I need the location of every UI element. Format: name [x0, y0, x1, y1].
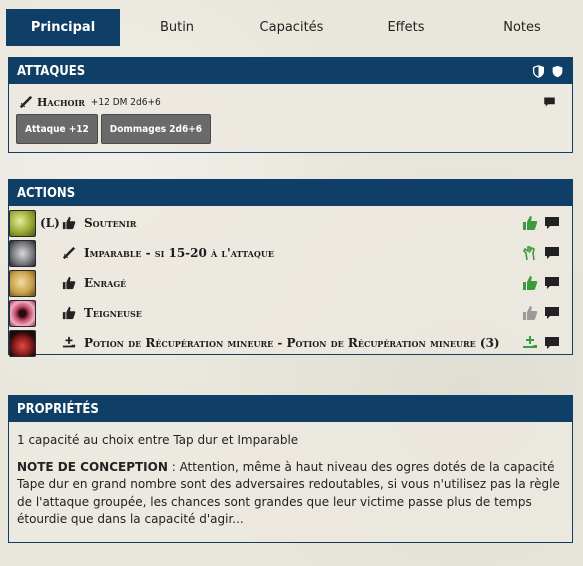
- tab-butin[interactable]: Butin: [120, 9, 234, 46]
- chat-icon[interactable]: [544, 215, 560, 231]
- action-row-teigneuse[interactable]: Teigneuse: [9, 298, 572, 328]
- action-row-potion[interactable]: Potion de Récupération mineure - Potion …: [9, 328, 572, 358]
- thumbs-up-icon[interactable]: [522, 215, 538, 231]
- tab-principal[interactable]: Principal: [6, 9, 120, 46]
- chat-icon[interactable]: [544, 275, 560, 291]
- tab-effets[interactable]: Effets: [349, 9, 463, 46]
- sword-icon: [62, 246, 76, 260]
- attaque-roll-button[interactable]: Attaque +12: [16, 114, 98, 144]
- attaques-panel: ATTAQUES Hachoir +12 DM 2d6+6 Attaque +1…: [8, 57, 573, 153]
- attack-stats: +12 DM 2d6+6: [90, 96, 161, 108]
- chat-icon[interactable]: [544, 305, 560, 321]
- action-portrait: [9, 209, 36, 237]
- action-portrait: [9, 329, 36, 357]
- thumbs-up-icon[interactable]: [522, 305, 538, 321]
- sword-icon: [19, 95, 33, 109]
- actions-title: ACTIONS: [17, 185, 76, 201]
- dommages-roll-button[interactable]: Dommages 2d6+6: [100, 114, 212, 144]
- action-portrait: [9, 299, 36, 327]
- shield-half-icon[interactable]: [532, 64, 545, 78]
- actions-header: ACTIONS: [9, 180, 572, 206]
- tab-capacites[interactable]: Capacités: [234, 9, 349, 46]
- action-row-imparable[interactable]: Imparable - si 15-20 à l'attaque: [9, 238, 572, 268]
- attaques-title: ATTAQUES: [17, 63, 86, 79]
- action-name[interactable]: Enragé: [84, 276, 126, 290]
- action-name[interactable]: Imparable - si 15-20 à l'attaque: [84, 246, 274, 260]
- hand-outline-icon[interactable]: [522, 245, 538, 261]
- attaques-header: ATTAQUES: [9, 58, 572, 84]
- design-note-label: NOTE DE CONCEPTION: [17, 459, 168, 474]
- thumbs-up-icon: [62, 306, 76, 320]
- proprietes-body: 1 capacité au choix entre Tap dur et Imp…: [9, 422, 572, 529]
- potion-hand-icon[interactable]: [522, 335, 538, 351]
- action-name[interactable]: Soutenir: [84, 216, 136, 230]
- action-row-soutenir[interactable]: (L) Soutenir: [9, 208, 572, 238]
- action-row-enrage[interactable]: Enragé: [9, 268, 572, 298]
- potion-hand-icon: [62, 336, 76, 348]
- proprietes-panel: PROPRIÉTÉS 1 capacité au choix entre Tap…: [8, 395, 573, 543]
- shield-icon[interactable]: [551, 65, 564, 78]
- tab-notes[interactable]: Notes: [463, 9, 581, 46]
- thumbs-up-icon: [62, 276, 76, 290]
- actions-panel: ACTIONS (L) Soutenir Imparable - si 15-2…: [8, 179, 573, 358]
- attack-name[interactable]: Hachoir: [37, 96, 85, 109]
- chat-icon[interactable]: [544, 335, 560, 351]
- action-portrait: [9, 239, 36, 267]
- tab-bar: Principal Butin Capacités Effets Notes: [6, 9, 581, 46]
- chat-icon[interactable]: [544, 245, 560, 261]
- proprietes-line: 1 capacité au choix entre Tap dur et Imp…: [17, 433, 299, 447]
- proprietes-title: PROPRIÉTÉS: [17, 401, 99, 417]
- proprietes-header: PROPRIÉTÉS: [9, 396, 572, 422]
- thumbs-up-icon: [62, 216, 76, 230]
- attack-row: Hachoir +12 DM 2d6+6: [9, 84, 572, 110]
- thumbs-up-icon[interactable]: [522, 275, 538, 291]
- action-name[interactable]: Potion de Récupération mineure - Potion …: [84, 336, 500, 350]
- action-tag: (L): [40, 216, 60, 230]
- action-portrait: [9, 269, 36, 297]
- action-name[interactable]: Teigneuse: [84, 306, 142, 320]
- design-note: NOTE DE CONCEPTION : Attention, même à h…: [17, 459, 564, 529]
- chat-icon[interactable]: [543, 96, 556, 108]
